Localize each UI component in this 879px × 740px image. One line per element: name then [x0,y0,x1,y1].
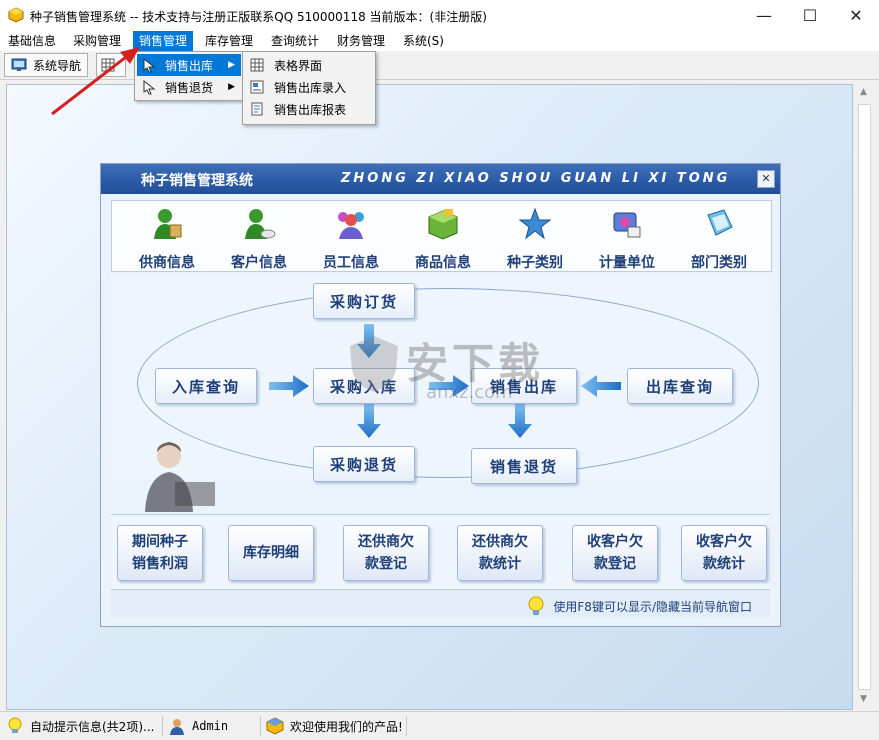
submenu-sales-out-entry[interactable]: 销售出库录入 [245,76,373,98]
hint-bar: 使用F8键可以显示/隐藏当前导航窗口 [111,589,770,618]
department-button[interactable]: 部门类别 [682,207,756,272]
submenu-table-view[interactable]: 表格界面 [245,54,373,76]
scroll-thumb[interactable] [858,104,871,690]
status-welcome-text: 欢迎使用我们的产品! [290,719,403,734]
status-info[interactable]: 自动提示信息(共2项)... [6,716,154,736]
seed-category-button[interactable]: 种子类别 [498,207,572,272]
maximize-button[interactable]: ☐ [787,0,833,31]
report-icon [251,102,263,116]
supplier-info-button[interactable]: 供商信息 [130,207,204,272]
product-info-button[interactable]: 商品信息 [406,207,480,272]
department-label: 部门类别 [691,255,747,271]
stock-out-query-button[interactable]: 出库查询 [627,368,733,404]
status-divider [260,716,261,736]
menu-sales-return-label: 销售退货 [165,80,214,95]
status-user-text: Admin [192,719,229,733]
nav-title: 种子销售管理系统 [141,173,253,189]
annotation-arrow-icon [51,47,140,116]
menu-query[interactable]: 查询统计 [265,31,325,51]
sales-return-button[interactable]: 销售退货 [471,448,577,484]
arrow-right-icon [269,375,309,397]
unit-label: 计量单位 [599,255,655,271]
submenu-sales-out-report-label: 销售出库报表 [274,102,347,117]
arrow-down-icon [508,404,532,438]
status-divider [162,716,163,736]
title-bar: 种子销售管理系统 -- 技术支持与注册正版联系QQ 510000118 当前版本… [0,0,879,31]
product-info-label: 商品信息 [415,255,471,271]
grid-icon [250,58,264,72]
menu-sales-out-label: 销售出库 [165,58,214,73]
window-title: 种子销售管理系统 -- 技术支持与注册正版联系QQ 510000118 当前版本… [30,10,487,24]
menu-sales-return[interactable]: 销售退货 ▶ [137,76,241,98]
status-user: Admin [168,716,228,736]
form-icon [250,80,264,94]
customer-debt-register-button[interactable]: 收客户欠 款登记 [572,525,658,581]
hint-text: 使用F8键可以显示/隐藏当前导航窗口 [553,599,752,614]
customer-icon [245,209,276,239]
watermark-sub: anxz.com [426,382,513,403]
unit-button[interactable]: 计量单位 [590,207,664,272]
stock-in-query-button[interactable]: 入库查询 [155,368,257,404]
arrow-left-icon [581,375,621,397]
shortcut-row: 期间种子 销售利润 库存明细 还供商欠 款登记 还供商欠 款统计 收客户欠 款登… [111,514,770,589]
supplier-icon [154,209,182,239]
product-icon [428,209,458,240]
department-icon [707,209,733,236]
employee-icon [338,212,364,239]
employee-info-label: 员工信息 [323,255,379,271]
supplier-debt-register-button[interactable]: 还供商欠 款登记 [343,525,429,581]
inventory-detail-button[interactable]: 库存明细 [228,525,314,581]
vertical-scrollbar[interactable]: ▲ ▼ [855,84,872,708]
status-welcome: 欢迎使用我们的产品! [266,716,403,736]
supplier-debt-stats-button[interactable]: 还供商欠 款统计 [457,525,543,581]
submenu-table-view-label: 表格界面 [274,58,323,73]
customer-info-button[interactable]: 客户信息 [222,207,296,272]
product-box-icon [266,717,284,735]
lightbulb-icon [528,596,544,615]
close-button[interactable]: ✕ [833,0,879,31]
lightbulb-icon [8,717,22,733]
monitor-icon [11,58,27,71]
status-divider [406,716,407,736]
customer-debt-stats-button[interactable]: 收客户欠 款统计 [681,525,767,581]
minimize-button[interactable]: — [741,0,787,31]
user-icon [170,719,184,735]
receptionist-image [145,442,215,512]
customer-info-label: 客户信息 [231,255,287,271]
nav-title-bar: 种子销售管理系统 ZHONG ZI XIAO SHOU GUAN LI XI T… [101,164,780,194]
shield-watermark-icon [350,336,398,392]
nav-icon-row: 供商信息 客户信息 员工信息 商品信息 种子类别 计量单位 部门类别 [111,200,772,272]
app-icon [8,7,24,23]
nav-close-button[interactable]: ✕ [757,170,775,188]
seed-category-label: 种子类别 [507,255,563,271]
arrow-down-icon [357,404,381,438]
purchase-return-button[interactable]: 采购退货 [313,446,415,482]
submenu-arrow-icon: ▶ [228,82,235,92]
watermark: 安下载 anxz.com [348,330,548,406]
hint: 使用F8键可以显示/隐藏当前导航窗口 [525,595,752,617]
status-bar: 自动提示信息(共2项)... Admin 欢迎使用我们的产品! [0,711,879,740]
menu-finance[interactable]: 财务管理 [331,31,391,51]
status-info-text: 自动提示信息(共2项)... [30,719,155,734]
menu-system[interactable]: 系统(S) [397,31,450,51]
unit-icon [613,212,641,238]
sales-out-submenu: 表格界面 销售出库录入 销售出库报表 [242,51,376,125]
employee-info-button[interactable]: 员工信息 [314,207,388,272]
nav-title-pinyin: ZHONG ZI XIAO SHOU GUAN LI XI TONG [341,171,731,186]
supplier-info-label: 供商信息 [139,255,195,271]
seed-sales-profit-button[interactable]: 期间种子 销售利润 [117,525,203,581]
sales-menu-dropdown: 销售出库 ▶ 销售退货 ▶ [134,51,244,101]
menu-inventory[interactable]: 库存管理 [199,31,259,51]
submenu-sales-out-report[interactable]: 销售出库报表 [245,98,373,120]
scroll-down-icon[interactable]: ▼ [855,691,872,708]
scroll-up-icon[interactable]: ▲ [855,84,872,101]
menu-sales-out[interactable]: 销售出库 ▶ [137,54,241,76]
submenu-arrow-icon: ▶ [228,60,235,70]
category-icon [518,207,552,240]
purchase-order-button[interactable]: 采购订货 [313,283,415,319]
submenu-sales-out-entry-label: 销售出库录入 [274,80,347,95]
